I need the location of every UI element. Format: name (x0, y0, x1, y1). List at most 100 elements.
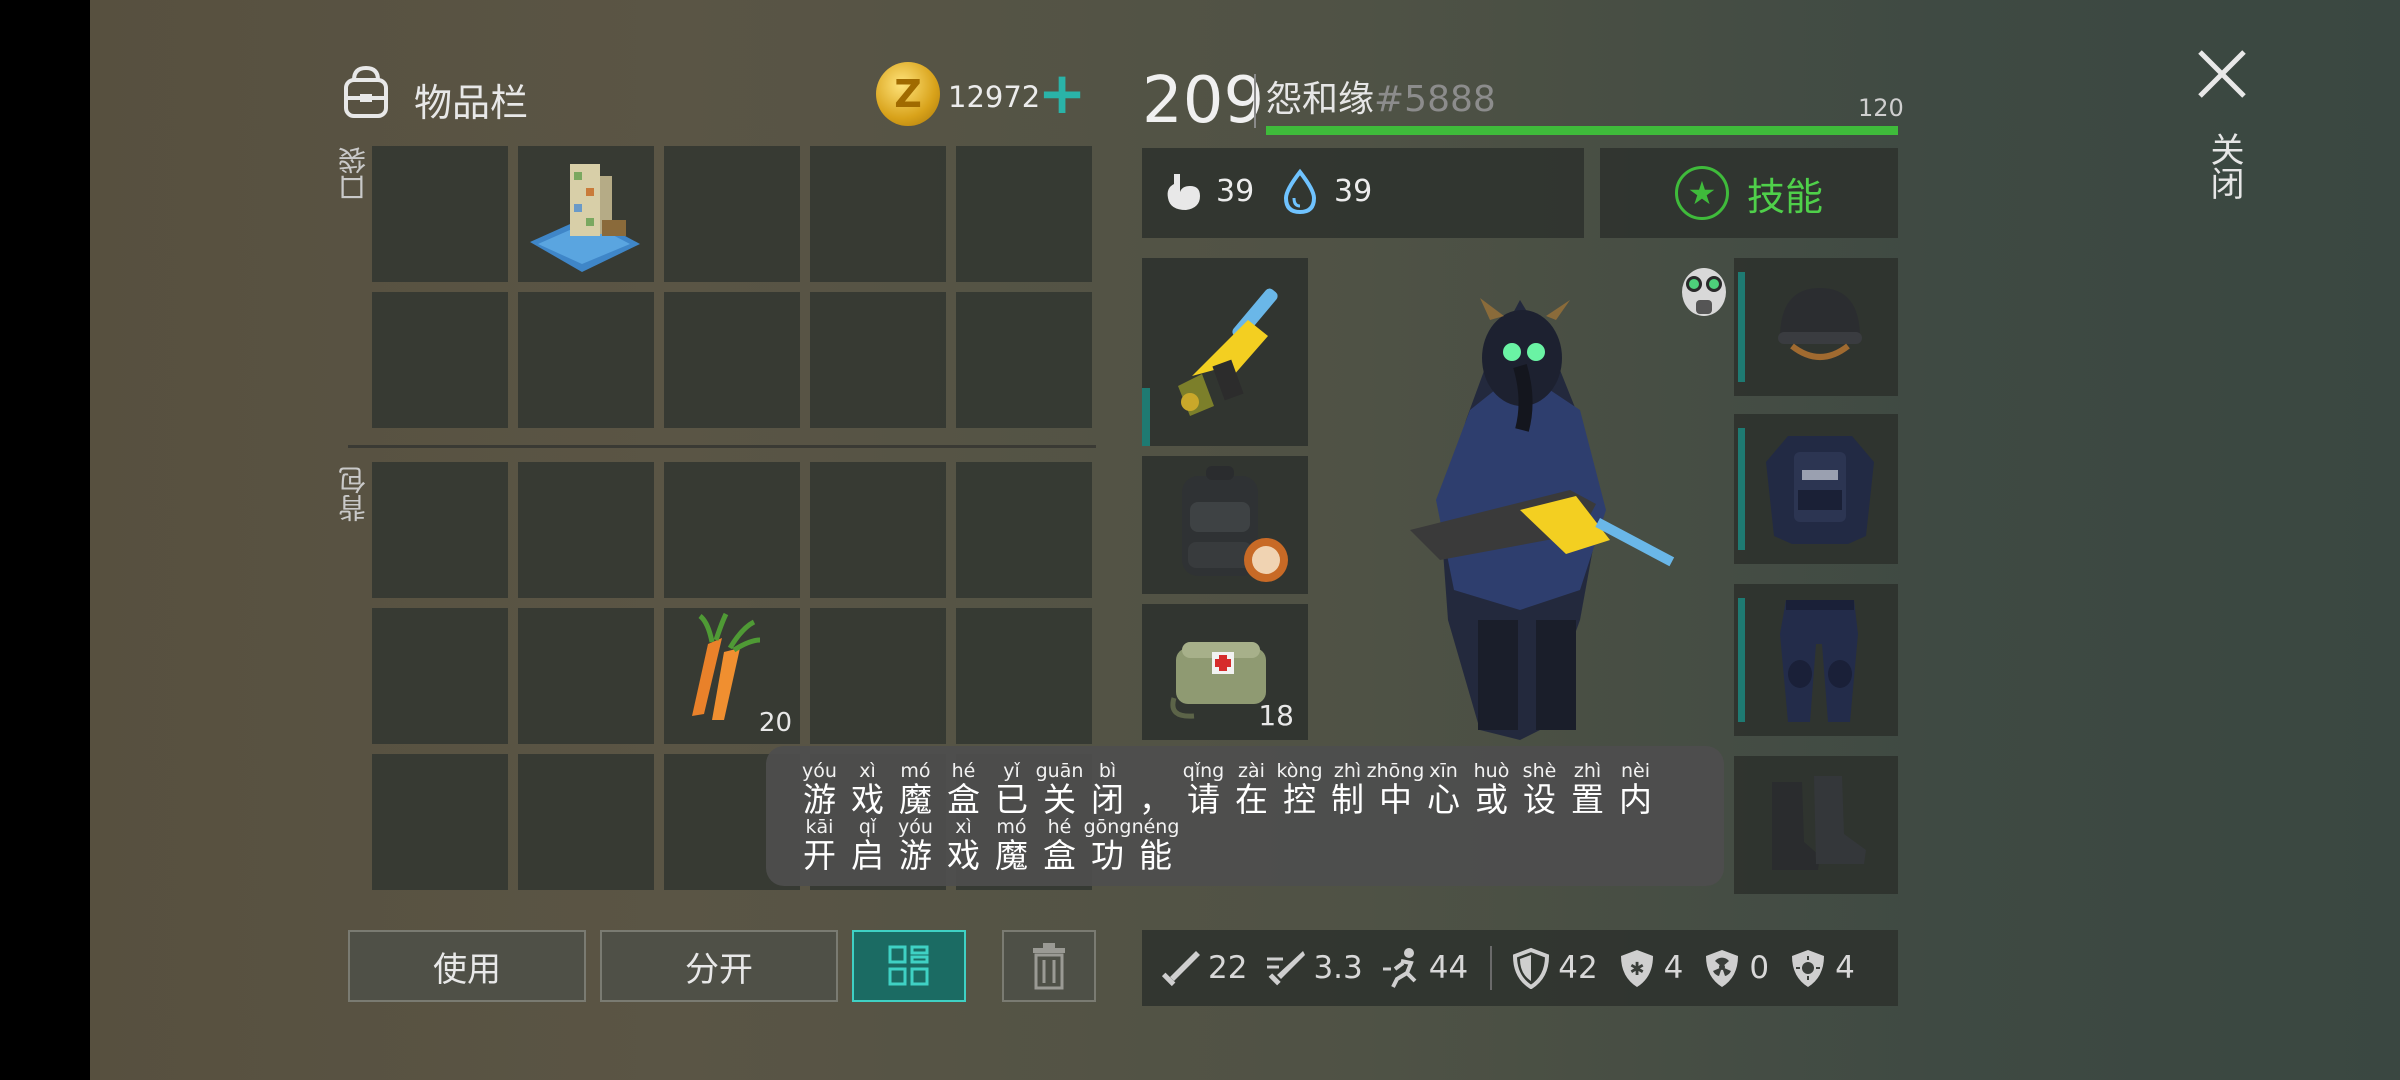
gas-mask-icon (1682, 268, 1726, 316)
toast-char: néng 能 (1132, 816, 1180, 875)
cold-resist-value: 4 (1663, 950, 1684, 986)
backpack-slot[interactable] (664, 462, 800, 598)
pinyin: mó (900, 760, 931, 782)
running-icon (1382, 948, 1417, 988)
xp-bar (1266, 126, 1898, 135)
stats-divider (1490, 946, 1493, 990)
pocket-slot[interactable] (518, 146, 654, 282)
yellow-weapon-icon (1178, 288, 1278, 416)
trash-icon (1033, 943, 1065, 990)
section-divider (348, 445, 1096, 448)
pinyin: mó (996, 816, 1027, 838)
character-model (1410, 298, 1675, 740)
backpack-slot[interactable] (372, 462, 508, 598)
hanzi: 魔 (995, 836, 1028, 875)
pocket-slot[interactable] (664, 292, 800, 428)
backpack-slot[interactable] (810, 462, 946, 598)
stomach-icon (1167, 174, 1200, 210)
toast-char: huò 或 (1474, 760, 1510, 819)
pocket-slot[interactable] (372, 292, 508, 428)
hanzi: 已 (995, 780, 1028, 819)
player-tag: #5888 (1374, 79, 1496, 120)
backpack-icon (344, 65, 388, 118)
inventory-title: 物品栏 (414, 81, 529, 125)
toast-char: mó 魔 (994, 816, 1029, 874)
backpack-label: 背包 (337, 466, 370, 522)
pocket-slot[interactable] (518, 292, 654, 428)
pocket-label: 口袋 (337, 146, 370, 202)
hanzi: 关 (1043, 780, 1076, 819)
pocket-slot[interactable] (956, 146, 1092, 282)
backpack-slot[interactable] (518, 462, 654, 598)
body-slot[interactable] (1734, 414, 1898, 564)
hanzi: 盒 (1043, 836, 1076, 875)
xp-cap: 120 (1858, 94, 1904, 122)
backpack-slot[interactable] (518, 754, 654, 890)
pinyin: zhì (1333, 760, 1362, 782)
pinyin: xì (859, 760, 876, 782)
heat-shield-icon (1792, 950, 1825, 987)
close-button-label[interactable]: 关闭 (2200, 132, 2249, 200)
pinyin: gōng (1083, 816, 1132, 838)
damage-value: 22 (1208, 950, 1248, 986)
pinyin: nèi (1620, 760, 1650, 782)
toast-line-1: yóu 游 xì 戏 mó 魔 hé 盒 yǐ 已 guān 关 bì 闭， qǐng 请 zài 在 kòng 控 z… (802, 760, 1653, 818)
svg-text:✱: ✱ (1629, 959, 1644, 980)
pinyin: zài (1238, 760, 1265, 782)
coin-count: 12972 (948, 80, 1041, 114)
durability-bar (1142, 388, 1150, 446)
sort-grid-button[interactable] (852, 930, 966, 1002)
medkit-slot[interactable]: 18 (1142, 604, 1308, 740)
pocket-slot[interactable] (810, 146, 946, 282)
toast-char: yǐ 已 (994, 760, 1029, 818)
backpack-slot[interactable] (372, 754, 508, 890)
star-icon: ★ (1674, 166, 1729, 220)
backpack-slot[interactable] (518, 608, 654, 744)
backpack-slot[interactable] (956, 462, 1092, 598)
hanzi: 戏 (947, 836, 980, 875)
toast-char: xīn 心 (1426, 760, 1461, 818)
pocket-slot[interactable] (372, 146, 508, 282)
pocket-slot[interactable] (664, 146, 800, 282)
use-button[interactable]: 使用 (348, 930, 586, 1002)
backpack-slot[interactable] (956, 608, 1092, 744)
weapon-slot[interactable] (1142, 258, 1308, 446)
backpack-equip-slot[interactable] (1142, 456, 1308, 594)
building-kit-icon (530, 164, 640, 272)
hanzi: 设 (1523, 780, 1556, 819)
split-button[interactable]: 分开 (600, 930, 838, 1002)
add-coins-button[interactable]: + (1036, 64, 1088, 122)
pinyin: yóu (802, 760, 837, 782)
hanzi: 控 (1283, 780, 1316, 819)
hanzi: 游 (803, 780, 836, 819)
close-icon[interactable] (2194, 46, 2250, 102)
pocket-slot[interactable] (810, 292, 946, 428)
pinyin: yǐ (1003, 760, 1020, 782)
backpack-slot[interactable]: 20 (664, 608, 800, 744)
legs-slot[interactable] (1734, 584, 1898, 736)
feet-slot[interactable] (1734, 756, 1898, 894)
head-slot[interactable] (1734, 258, 1898, 396)
delete-button[interactable] (1002, 930, 1096, 1002)
backpack-slot[interactable] (372, 608, 508, 744)
hanzi: 开 (803, 836, 836, 875)
hanzi: 或 (1475, 780, 1508, 819)
hanzi: 闭 (1091, 780, 1124, 819)
hanzi: 在 (1235, 780, 1268, 819)
header-separator (1254, 74, 1256, 128)
pinyin: zhōng (1366, 760, 1425, 782)
radiation-shield-icon (1706, 950, 1739, 987)
pocket-slot[interactable] (956, 292, 1092, 428)
water-drop-icon (1283, 168, 1317, 215)
backpack-slot[interactable] (810, 608, 946, 744)
move-speed-stat: 44 (1381, 947, 1468, 989)
hanzi: 能 (1139, 836, 1172, 875)
toast-char: zhōng 中 (1367, 760, 1425, 818)
pinyin: xì (955, 816, 972, 838)
right-margin-panel (2150, 0, 2400, 1080)
toast-char: gōng 功 (1084, 816, 1132, 874)
skills-button[interactable]: ★ 技能 (1600, 148, 1898, 238)
pants-icon (1780, 600, 1858, 722)
armor-stat: 42 (1510, 947, 1598, 989)
pinyin: kòng (1276, 760, 1323, 782)
